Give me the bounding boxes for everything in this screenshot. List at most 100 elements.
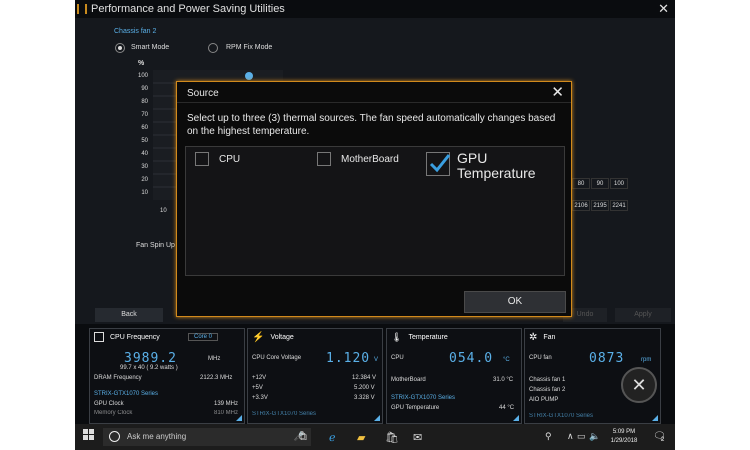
fan-section-label: Chassis fan 2 bbox=[114, 28, 157, 35]
fan-panel[interactable]: ✲ Fan CPU fan 0873 rpm Chassis fan 1 Cha… bbox=[524, 328, 661, 424]
panel-expand-icon[interactable] bbox=[652, 415, 658, 421]
smart-mode-label: Smart Mode bbox=[131, 44, 170, 51]
motherboard-checkbox[interactable] bbox=[317, 152, 331, 166]
cpu-frequency-detail: 99.7 x 40 ( 9.2 watts ) bbox=[120, 365, 178, 371]
cpu-core-voltage-unit: V bbox=[374, 357, 379, 363]
cpu-fan-unit: rpm bbox=[641, 357, 652, 363]
taskbar-clock[interactable]: 5:09 PM 1/29/2018 bbox=[607, 428, 641, 446]
dialog-title: Source bbox=[187, 88, 219, 99]
screen: Performance and Power Saving Utilities ✕… bbox=[75, 0, 675, 450]
sensor-dashboard: CPU Frequency Core 0 3989.2 MHz 99.7 x 4… bbox=[75, 324, 675, 424]
people-icon[interactable]: ⚲ bbox=[545, 431, 552, 442]
y-tick-label: 10 bbox=[141, 190, 148, 196]
smart-mode-radio[interactable] bbox=[115, 43, 125, 53]
x-axis-start: 10 bbox=[160, 208, 167, 214]
cpu-option-label: CPU bbox=[219, 154, 241, 165]
dialog-description: Select up to three (3) thermal sources. … bbox=[187, 113, 556, 137]
speed-table-percent-cell: 90 bbox=[591, 178, 609, 189]
gpu-temp-value: 44 °C bbox=[499, 405, 515, 411]
cpu-checkbox[interactable] bbox=[195, 152, 209, 166]
notification-count: 2 bbox=[661, 437, 665, 443]
volt-3v3-value: 3.328 V bbox=[354, 395, 375, 401]
file-explorer-icon[interactable]: ▰ bbox=[357, 431, 365, 444]
panel-expand-icon[interactable] bbox=[236, 415, 242, 421]
volume-icon[interactable]: 🔈 bbox=[589, 431, 600, 442]
panel-expand-icon[interactable] bbox=[374, 415, 380, 421]
voltage-title: Voltage bbox=[270, 334, 294, 341]
speed-table-rpm-cell: 2195 bbox=[591, 200, 609, 211]
store-icon[interactable]: 🛍 bbox=[385, 431, 399, 444]
y-tick-label: 30 bbox=[141, 164, 148, 170]
motherboard-temp-value: 31.0 °C bbox=[493, 377, 514, 383]
windows-start-icon[interactable] bbox=[83, 429, 95, 444]
temperature-panel[interactable]: 🌡 Temperature CPU 054.0 °C MotherBoard 3… bbox=[386, 328, 522, 424]
volt-5v-label: +5V bbox=[252, 385, 263, 391]
cpu-frequency-title: CPU Frequency bbox=[110, 333, 160, 341]
voltage-header: ⚡ Voltage bbox=[252, 332, 294, 343]
dram-frequency-value: 2122.3 MHz bbox=[200, 375, 233, 381]
task-view-icon[interactable]: ⧉ bbox=[299, 431, 307, 444]
clock-time: 5:09 PM bbox=[612, 429, 636, 435]
apply-button[interactable]: Apply bbox=[615, 308, 671, 322]
ai-suite-x-icon[interactable]: ✕ bbox=[621, 367, 657, 403]
fan-header: ✲ Fan bbox=[529, 332, 555, 343]
cpu-frequency-panel[interactable]: CPU Frequency Core 0 3989.2 MHz 99.7 x 4… bbox=[89, 328, 245, 424]
core-select[interactable]: Core 0 bbox=[188, 333, 219, 341]
speed-table-rpm-cell: 2106 bbox=[572, 200, 590, 211]
tray-chevron-icon[interactable]: ∧ bbox=[567, 431, 574, 442]
dialog-close-button[interactable]: ✕ bbox=[551, 83, 564, 101]
fan-panel-gpu-name: STRIX-GTX1070 Series bbox=[529, 413, 594, 419]
fan-spin-up-label: Fan Spin Up bbox=[136, 242, 175, 249]
rpm-fix-mode-radio[interactable] bbox=[208, 43, 218, 53]
cpu-frequency-header: CPU Frequency bbox=[94, 332, 160, 342]
gpu-temperature-checkbox[interactable] bbox=[426, 152, 450, 176]
edge-icon[interactable]: ℯ bbox=[329, 431, 336, 444]
dialog-divider bbox=[177, 102, 571, 103]
mail-icon[interactable]: ✉ bbox=[413, 431, 422, 444]
motherboard-option-label: MotherBoard bbox=[341, 154, 399, 165]
curve-point-handle[interactable] bbox=[245, 72, 253, 80]
source-dialog: Source ✕ Select up to three (3) thermal … bbox=[176, 81, 572, 317]
y-tick-label: 40 bbox=[141, 151, 148, 157]
fan-icon: ✲ bbox=[529, 332, 538, 343]
taskbar-search[interactable]: Ask me anything 🎤 bbox=[103, 428, 311, 446]
cpu-temp-value: 054.0 bbox=[449, 351, 494, 366]
cpu-fan-label: CPU fan bbox=[529, 355, 552, 361]
thermometer-icon: 🌡 bbox=[391, 332, 403, 342]
temperature-panel-gpu-name: STRIX-GTX1070 Series bbox=[391, 395, 456, 401]
gpu-clock-value: 139 MHz bbox=[214, 401, 239, 407]
rpm-fix-mode-label: RPM Fix Mode bbox=[226, 44, 273, 51]
memory-clock-value: 810 MHz bbox=[214, 410, 239, 416]
gpu-temp-label: GPU Temperature bbox=[391, 405, 440, 411]
network-icon[interactable]: ▭ bbox=[577, 431, 586, 442]
y-tick-label: 20 bbox=[141, 177, 148, 183]
cpu-temp-label: CPU bbox=[391, 355, 404, 361]
voltage-panel-gpu-name: STRIX-GTX1070 Series bbox=[252, 411, 317, 417]
chassis-fan-2-label: Chassis fan 2 bbox=[529, 387, 566, 393]
checkmark-icon bbox=[429, 154, 450, 173]
windows-logo-icon bbox=[83, 429, 94, 440]
cpu-panel-gpu-name: STRIX-GTX1070 Series bbox=[94, 391, 159, 397]
y-tick-label: 70 bbox=[141, 112, 148, 118]
dram-frequency-label: DRAM Frequency bbox=[94, 375, 142, 381]
speed-table-rpm-cell: 2241 bbox=[610, 200, 628, 211]
window-close-button[interactable]: ✕ bbox=[658, 0, 669, 18]
speed-table-percent-cell: 100 bbox=[610, 178, 628, 189]
volt-5v-value: 5.200 V bbox=[354, 385, 375, 391]
volt-12v-label: +12V bbox=[252, 375, 267, 381]
cpu-core-voltage-label: CPU Core Voltage bbox=[252, 355, 302, 361]
ok-button[interactable]: OK bbox=[464, 291, 566, 313]
memory-clock-label: Memory Clock bbox=[94, 410, 133, 416]
lightning-icon: ⚡ bbox=[252, 332, 265, 343]
temperature-title: Temperature bbox=[408, 334, 448, 341]
y-tick-label: 100 bbox=[137, 73, 148, 79]
cpu-icon bbox=[94, 332, 104, 342]
back-button[interactable]: Back bbox=[95, 308, 163, 322]
cpu-temp-unit: °C bbox=[503, 357, 510, 363]
voltage-panel[interactable]: ⚡ Voltage CPU Core Voltage 1.120 V +12V … bbox=[247, 328, 383, 424]
y-tick-label: 80 bbox=[141, 99, 148, 105]
panel-expand-icon[interactable] bbox=[513, 415, 519, 421]
search-placeholder: Ask me anything bbox=[127, 432, 187, 441]
cpu-fan-value: 0873 bbox=[589, 351, 625, 366]
gpu-clock-label: GPU Clock bbox=[94, 401, 124, 407]
